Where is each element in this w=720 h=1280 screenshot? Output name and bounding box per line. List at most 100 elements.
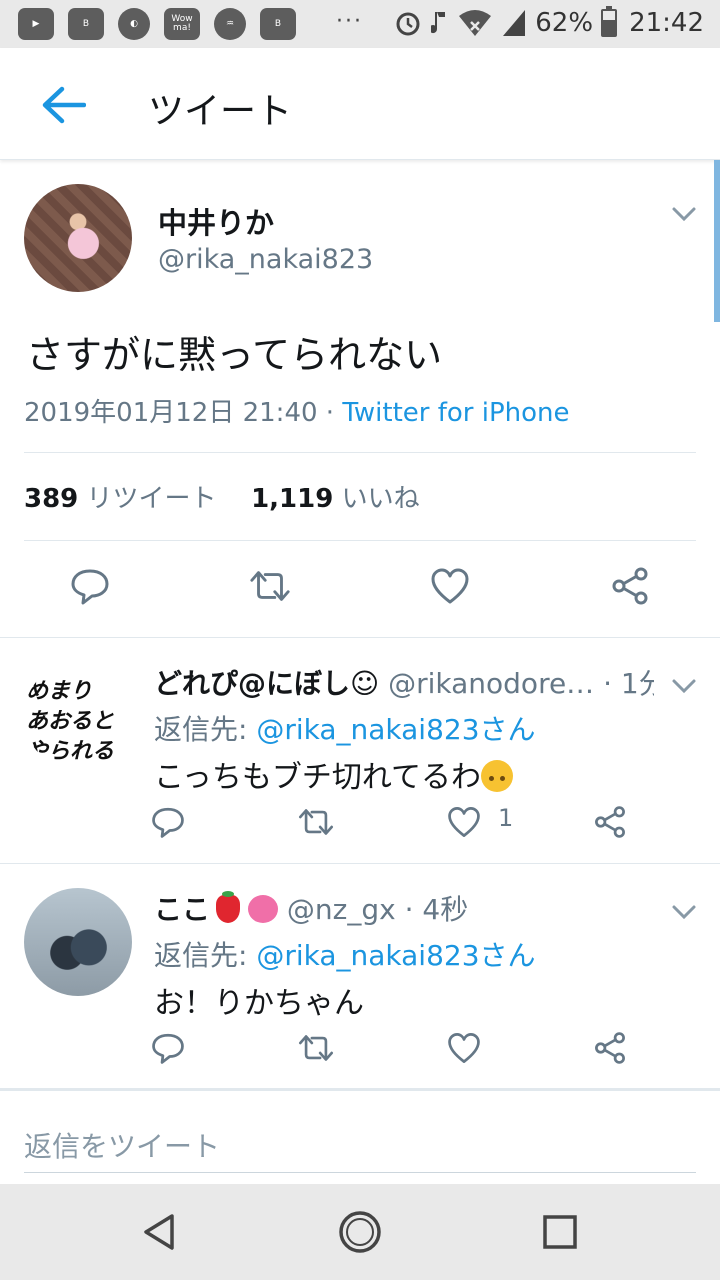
clock: 21:42 (629, 8, 704, 38)
meta-separator: · (317, 398, 343, 428)
like-label[interactable]: いいね (342, 484, 420, 514)
heart-icon (448, 807, 480, 837)
reply-button[interactable] (148, 802, 188, 842)
heart-icon (448, 1033, 480, 1063)
circle-home-icon (339, 1211, 381, 1253)
reply-actions (0, 1028, 720, 1072)
bilibili-icon: B (68, 8, 104, 40)
author-name[interactable]: どれぴ@にぼし☺ (154, 667, 379, 700)
avatar[interactable]: めまり あおると やられる (24, 662, 132, 770)
like-button[interactable] (444, 1028, 484, 1068)
author-handle[interactable]: @rikanodore… (388, 667, 594, 700)
reply-to-prefix: 返信先: (154, 713, 257, 746)
back-button[interactable] (36, 78, 90, 132)
chevron-down-icon[interactable] (670, 898, 698, 926)
author-name[interactable]: 中井りか (158, 200, 274, 242)
tweet-text: さすがに黙ってられない (26, 333, 443, 377)
retweet-icon (298, 1035, 334, 1061)
avatar-calligraphy-line: あおると (26, 708, 115, 734)
music-icon (431, 12, 446, 34)
reply-button[interactable] (148, 1028, 188, 1068)
strawberry-emoji-icon (216, 891, 241, 923)
reply-time: · 4秒 (395, 893, 469, 926)
chevron-down-icon[interactable] (670, 200, 698, 228)
heart-icon (431, 568, 469, 604)
tweet-actions (0, 564, 720, 620)
alarm-icon (396, 12, 420, 36)
author-handle[interactable]: @nz_gx (287, 893, 396, 926)
youtube-icon: ▶ (18, 8, 54, 40)
like-button[interactable] (428, 564, 472, 608)
like-count: 1 (498, 804, 514, 832)
reply-to-mention[interactable]: @rika_nakai823さん (256, 713, 535, 746)
retweet-label[interactable]: リツイート (87, 484, 217, 514)
reply-text: こっちもブチ切れてるわ (154, 752, 513, 796)
reply-to-line: 返信先: @rika_nakai823さん (154, 934, 536, 974)
reply-to-mention[interactable]: @rika_nakai823さん (256, 939, 535, 972)
share-icon (595, 806, 625, 838)
square-recents-icon (543, 1215, 577, 1249)
triangle-back-icon (144, 1214, 174, 1250)
like-button[interactable] (444, 802, 484, 842)
tweet-date: 2019年01月12日 21:40 (24, 398, 318, 428)
author-handle[interactable]: @rika_nakai823 (158, 244, 373, 275)
reply-header: ここ @nz_gx · 4秒 (154, 888, 654, 928)
retweet-count[interactable]: 389 (24, 484, 78, 514)
page-title: ツイート (148, 91, 293, 132)
retweet-button[interactable] (296, 802, 336, 842)
reply-time: · 1分 (603, 667, 654, 700)
battery-percentage: 62% (535, 8, 594, 38)
divider (24, 452, 696, 453)
status-bar: ▶ B ◐ Wow ma! ♒ B ··· 62% 21:42 (0, 0, 720, 48)
reply-actions: 1 (0, 802, 720, 846)
avatar[interactable] (24, 184, 132, 292)
bilibili-icon-2: B (260, 8, 296, 40)
nav-recents-button[interactable] (536, 1208, 584, 1256)
retweet-button[interactable] (296, 1028, 336, 1068)
nav-home-button[interactable] (336, 1208, 384, 1256)
reply-to-line: 返信先: @rika_nakai823さん (154, 708, 536, 748)
retweet-button[interactable] (248, 564, 292, 608)
reply-header: どれぴ@にぼし☺ @rikanodore… · 1分 (154, 662, 654, 702)
share-icon (595, 1032, 625, 1064)
app-circle-icon: ◐ (118, 8, 150, 40)
peach-emoji-icon (248, 895, 279, 923)
retweet-icon (298, 809, 334, 835)
like-count[interactable]: 1,119 (251, 484, 333, 514)
tweet-stats: 389 リツイート 1,119 いいね (24, 478, 420, 515)
avatar-calligraphy-line: めまり (26, 678, 93, 704)
battery-icon (601, 6, 618, 37)
wowma-icon: Wow ma! (164, 8, 200, 40)
avatar-calligraphy-line: やられる (26, 738, 115, 764)
upside-down-face-emoji-icon (481, 760, 513, 792)
nav-back-button[interactable] (136, 1208, 184, 1256)
divider (24, 540, 696, 541)
signal-icon (503, 10, 526, 36)
reply-text: お！りかちゃん (154, 986, 364, 1021)
reply-tweet[interactable]: めまり あおると やられる どれぴ@にぼし☺ @rikanodore… · 1分… (0, 638, 720, 864)
avatar[interactable] (24, 888, 132, 996)
reply-icon (71, 569, 109, 605)
retweet-icon (250, 571, 290, 601)
share-icon (612, 567, 648, 605)
reply-input[interactable] (24, 1121, 696, 1173)
wifi-icon (459, 10, 492, 36)
back-arrow-icon (42, 86, 86, 124)
more-notifications-icon: ··· (336, 9, 363, 34)
tweet-source[interactable]: Twitter for iPhone (342, 398, 569, 428)
author-name[interactable]: ここ (154, 893, 210, 926)
notification-icons: ▶ B ◐ Wow ma! ♒ B (18, 8, 296, 40)
reply-icon (152, 1033, 184, 1064)
share-button[interactable] (608, 564, 652, 608)
app-ghost-icon: ♒ (214, 8, 246, 40)
main-tweet: 中井りか @rika_nakai823 さすがに黙ってられない 2019年01月… (0, 160, 720, 638)
reply-icon (152, 807, 184, 838)
chevron-down-icon[interactable] (670, 672, 698, 700)
share-button[interactable] (590, 1028, 630, 1068)
reply-button[interactable] (68, 564, 112, 608)
reply-composer (0, 1088, 720, 1184)
share-button[interactable] (590, 802, 630, 842)
reply-tweet[interactable]: ここ @nz_gx · 4秒 返信先: @rika_nakai823さん お！り… (0, 864, 720, 1088)
tweet-meta: 2019年01月12日 21:40 · Twitter for iPhone (24, 392, 570, 429)
system-navigation-bar (0, 1184, 720, 1280)
